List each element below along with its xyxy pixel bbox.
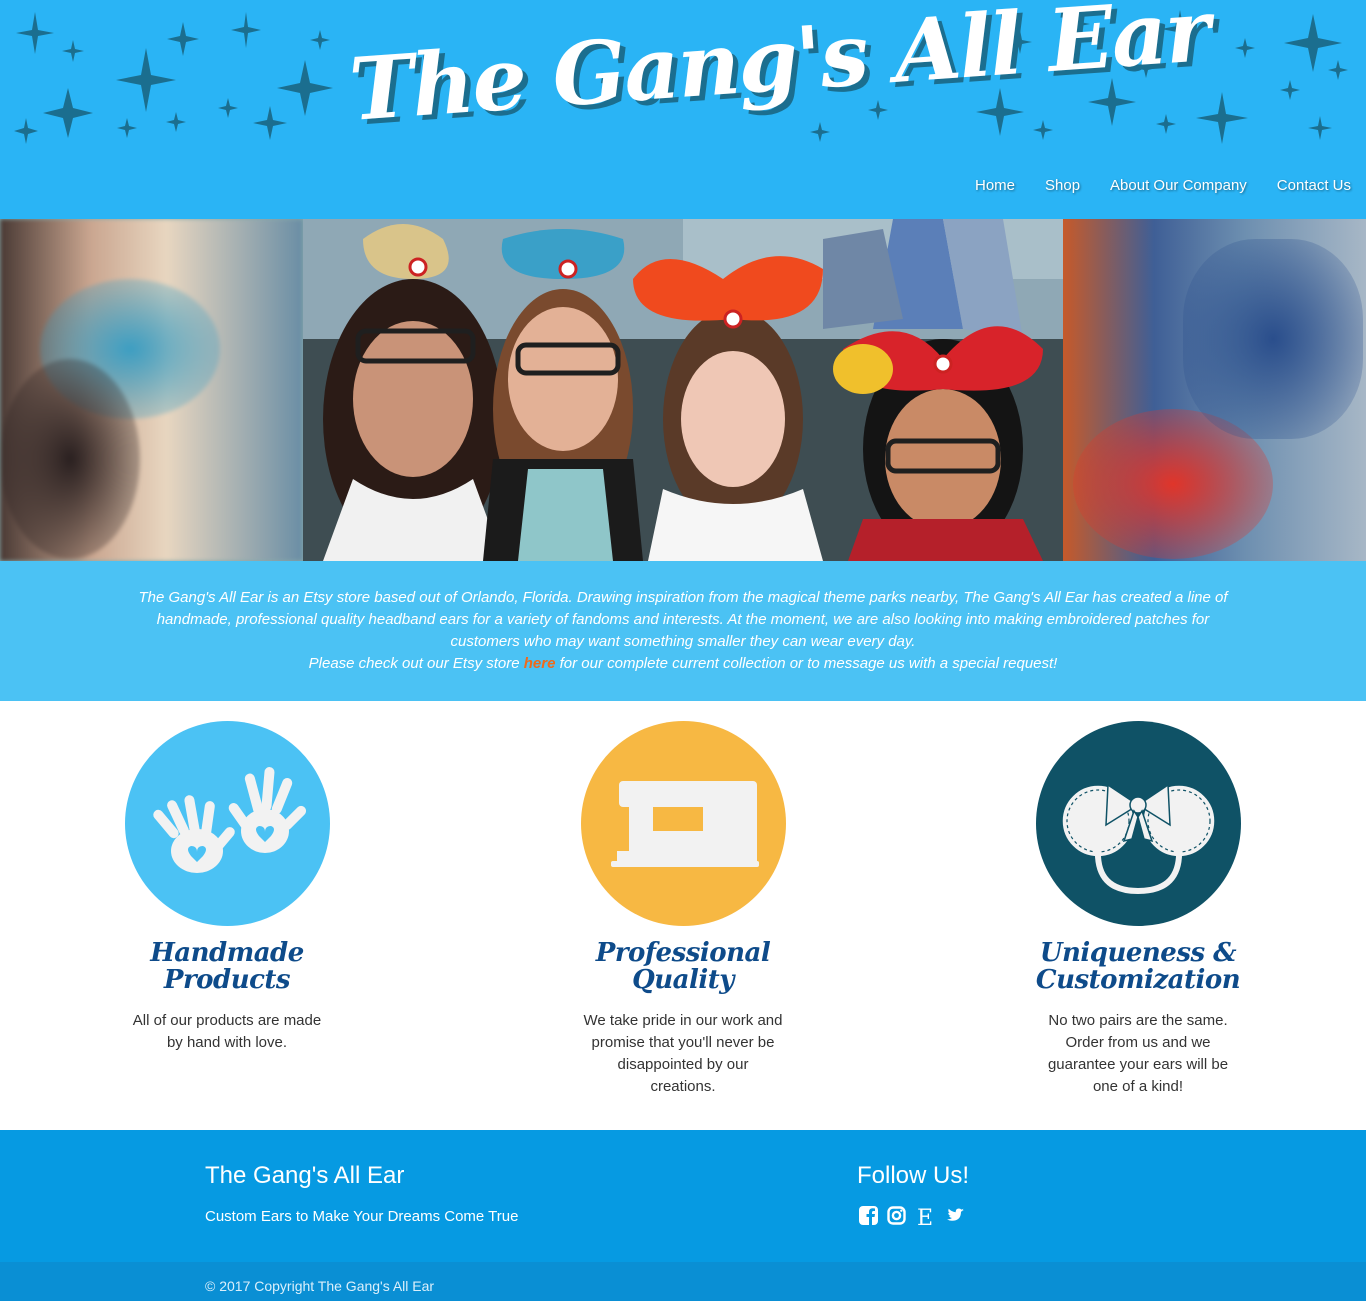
feature-title-line1: Professional	[595, 938, 771, 968]
site-logo[interactable]: The Gang's All Ear	[340, 0, 1211, 158]
etsy-store-link[interactable]: here	[524, 655, 556, 672]
hero-banner	[0, 219, 1366, 561]
features-section: Handmade Products All of our products are…	[0, 701, 1366, 1130]
feature-title-line2: Products	[163, 965, 291, 995]
nav-contact[interactable]: Contact Us	[1262, 166, 1366, 208]
main-nav: Home Shop About Our Company Contact Us	[960, 166, 1366, 208]
hero-blur-right	[1063, 219, 1366, 561]
feature-description: All of our products are made by hand wit…	[132, 1012, 322, 1051]
feature-description: We take pride in our work and promise th…	[583, 1012, 783, 1095]
hero-blur-left	[0, 219, 303, 561]
twitter-icon[interactable]	[946, 1206, 965, 1225]
feature-handmade: Handmade Products All of our products are…	[97, 721, 357, 1054]
svg-text:E: E	[917, 1206, 933, 1228]
group-photo-illustration	[303, 219, 1063, 561]
nav-about[interactable]: About Our Company	[1095, 166, 1262, 208]
feature-title: Uniqueness & Customization	[1008, 940, 1268, 994]
intro-paragraph: The Gang's All Ear is an Etsy store base…	[138, 589, 1228, 650]
feature-title-line1: Uniqueness &	[1039, 938, 1237, 968]
nav-shop[interactable]: Shop	[1030, 166, 1095, 208]
feature-title-line2: Quality	[632, 965, 734, 995]
nav-home[interactable]: Home	[960, 166, 1030, 208]
site-header: The Gang's All Ear Home Shop About Our C…	[0, 0, 1366, 219]
facebook-icon[interactable]	[859, 1206, 878, 1225]
site-footer: The Gang's All Ear Custom Ears to Make Y…	[0, 1130, 1366, 1262]
follow-title: Follow Us!	[857, 1162, 970, 1189]
intro-cta-after: for our complete current collection or t…	[555, 655, 1058, 672]
instagram-icon[interactable]	[887, 1206, 906, 1225]
feature-title-line1: Handmade	[150, 938, 304, 968]
hero-photo	[303, 219, 1063, 561]
footer-title: The Gang's All Ear	[205, 1162, 405, 1189]
sewing-machine-icon	[580, 721, 786, 926]
feature-title: Handmade Products	[97, 940, 357, 994]
handprints-icon	[124, 721, 330, 926]
feature-customization: Uniqueness & Customization No two pairs a…	[1008, 721, 1268, 1098]
copyright-bar: © 2017 Copyright The Gang's All Ear	[0, 1262, 1366, 1301]
intro-section: The Gang's All Ear is an Etsy store base…	[0, 561, 1366, 701]
feature-quality: Professional Quality We take pride in our…	[553, 721, 813, 1098]
social-links: E	[859, 1206, 965, 1231]
mouse-ears-bow-icon	[1035, 721, 1241, 926]
copyright-text: © 2017 Copyright The Gang's All Ear	[205, 1278, 435, 1294]
feature-description: No two pairs are the same. Order from us…	[1047, 1012, 1229, 1095]
intro-cta-before: Please check out our Etsy store	[308, 655, 524, 672]
feature-title-line2: Customization	[1035, 965, 1241, 995]
intro-text: The Gang's All Ear is an Etsy store base…	[138, 587, 1228, 675]
footer-tagline: Custom Ears to Make Your Dreams Come Tru…	[205, 1208, 519, 1225]
etsy-icon[interactable]: E	[915, 1206, 937, 1231]
feature-title: Professional Quality	[553, 940, 813, 994]
